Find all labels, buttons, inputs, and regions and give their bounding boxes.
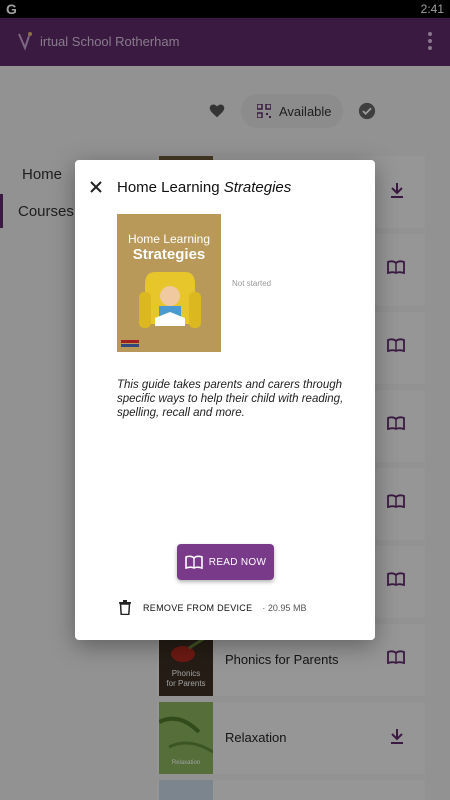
cover-title-line1: Home Learning [127, 232, 211, 246]
close-icon[interactable] [89, 180, 103, 194]
progress-status: Not started [232, 279, 272, 288]
dialog-title: Home Learning Strategies [117, 179, 291, 196]
course-description: This guide takes parents and carers thro… [117, 379, 344, 419]
remove-from-device-button[interactable]: REMOVE FROM DEVICE · 20.95 MB [119, 600, 306, 615]
read-now-label: READ NOW [208, 556, 267, 568]
remove-label: REMOVE FROM DEVICE [143, 602, 253, 613]
course-detail-dialog: Home Learning Strategies Home Learning S… [75, 160, 375, 640]
dialog-title-italic: Strategies [223, 179, 292, 196]
course-cover-image: Home Learning Strategies [117, 214, 221, 352]
book-open-icon [184, 555, 203, 569]
read-now-button[interactable]: READ NOW [177, 544, 274, 580]
cover-title-line2: Strategies [132, 246, 206, 263]
dialog-title-main: Home Learning [117, 179, 224, 196]
trash-icon [119, 600, 131, 615]
file-size: · 20.95 MB [262, 602, 307, 613]
